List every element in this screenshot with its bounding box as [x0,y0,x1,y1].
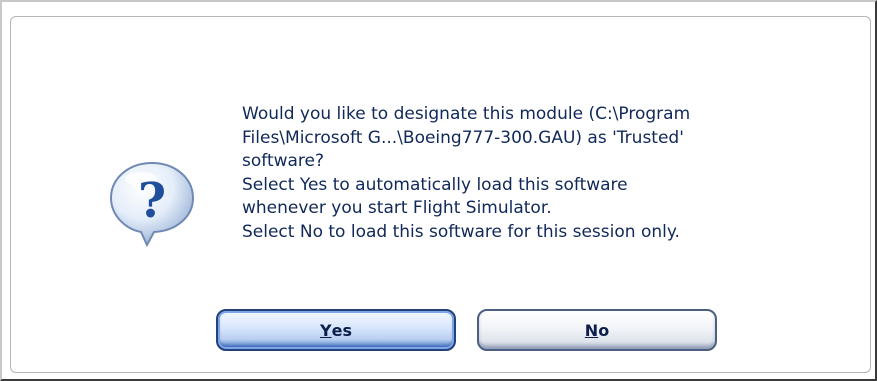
trusted-software-dialog: ? Would you like to designate this modul… [10,16,871,373]
yes-label-rest: es [331,320,352,340]
question-balloon-icon: ? [109,161,195,247]
message-line: software? [242,151,325,171]
message-line: Select No to load this software for this… [242,221,680,242]
message-line: Files\Microsoft G...\Boeing777-300.GAU) … [242,127,684,148]
no-button[interactable]: No [477,309,717,351]
no-mnemonic: N [584,320,599,340]
yes-button[interactable]: Yes [216,309,456,351]
message-line: whenever you start Flight Simulator. [242,198,552,218]
window-frame: ? Would you like to designate this modul… [0,0,877,381]
yes-mnemonic: Y [320,320,332,340]
dialog-message: Would you like to designate this module … [242,103,862,244]
message-line: Select Yes to automatically load this so… [242,174,628,195]
message-line: Would you like to designate this module … [242,104,691,124]
svg-text:?: ? [138,173,166,229]
no-label-rest: o [598,320,610,340]
